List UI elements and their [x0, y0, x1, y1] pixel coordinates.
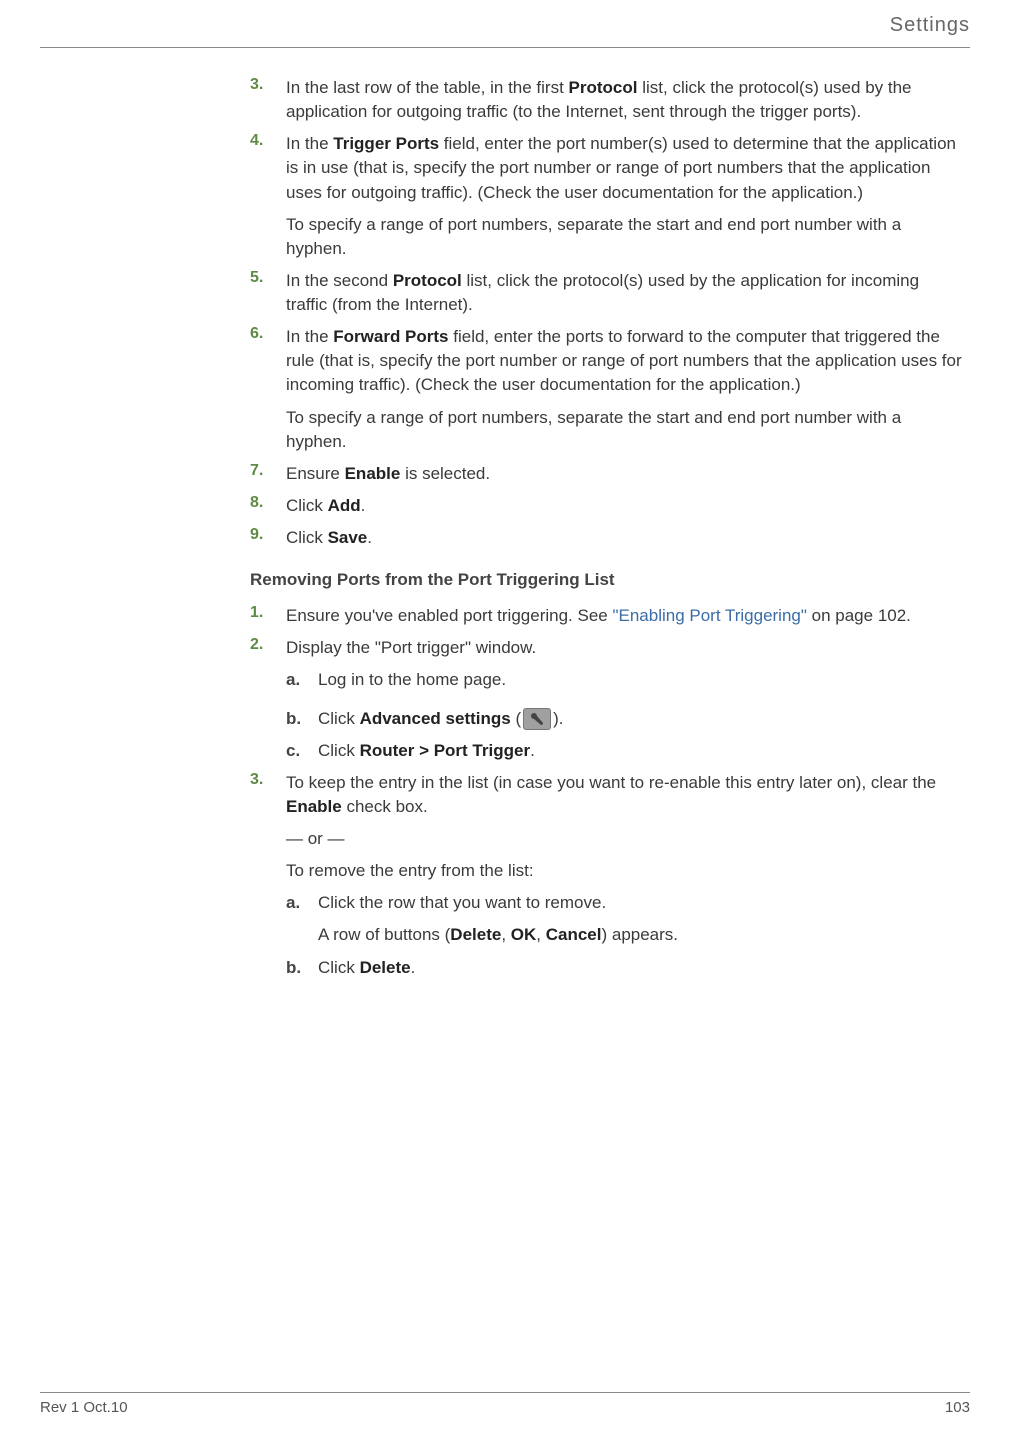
text: Click — [286, 496, 328, 515]
text: In the — [286, 327, 333, 346]
bold: Cancel — [546, 925, 602, 944]
step-body: Ensure Enable is selected. — [286, 462, 964, 486]
text: In the — [286, 134, 333, 153]
text: Click — [318, 741, 360, 760]
wrench-icon — [523, 708, 551, 730]
text: In the last row of the table, in the fir… — [286, 78, 569, 97]
bold: Enable — [345, 464, 401, 483]
substep-marker: c. — [286, 739, 318, 763]
step-body: Ensure you've enabled port triggering. S… — [286, 604, 964, 628]
text: . — [411, 958, 416, 977]
substep-item: b. Click Delete. — [286, 956, 964, 980]
substep-item: b. Click Advanced settings (). — [286, 707, 964, 731]
link-enabling-port-triggering[interactable]: "Enabling Port Triggering" — [612, 606, 806, 625]
bold: Forward Ports — [333, 327, 448, 346]
step-marker: 9. — [250, 526, 286, 550]
step-marker: 6. — [250, 325, 286, 397]
step-body: In the Trigger Ports field, enter the po… — [286, 132, 964, 204]
text: Click — [286, 528, 328, 547]
text: on page 102. — [807, 606, 911, 625]
text: ) appears. — [601, 925, 678, 944]
step-item: 5.In the second Protocol list, click the… — [250, 269, 964, 317]
step-item: 3. To keep the entry in the list (in cas… — [250, 771, 964, 819]
text: A row of buttons ( — [318, 925, 450, 944]
bold: Delete — [360, 958, 411, 977]
step-marker: 8. — [250, 494, 286, 518]
note: A row of buttons (Delete, OK, Cancel) ap… — [318, 923, 964, 947]
step-item: 1. Ensure you've enabled port triggering… — [250, 604, 964, 628]
bold: Add — [328, 496, 361, 515]
substep-item: c. Click Router > Port Trigger. — [286, 739, 964, 763]
step-body: Display the "Port trigger" window. — [286, 636, 964, 660]
continuation: To remove the entry from the list: — [286, 859, 964, 883]
text: Ensure — [286, 464, 345, 483]
bold: Enable — [286, 797, 342, 816]
step-marker: 3. — [250, 76, 286, 124]
continuation: To specify a range of port numbers, sepa… — [286, 213, 964, 261]
step-marker: 7. — [250, 462, 286, 486]
text: . — [367, 528, 372, 547]
text: , — [501, 925, 510, 944]
page-footer: Rev 1 Oct.10 103 — [40, 1392, 970, 1416]
step-item: 6.In the Forward Ports field, enter the … — [250, 325, 964, 397]
bold: Delete — [450, 925, 501, 944]
step-body: In the last row of the table, in the fir… — [286, 76, 964, 124]
bold: OK — [511, 925, 537, 944]
step-marker: 5. — [250, 269, 286, 317]
step-item: 8.Click Add. — [250, 494, 964, 518]
substep-marker: a. — [286, 891, 318, 915]
bold: Protocol — [393, 271, 462, 290]
substep-marker: b. — [286, 707, 318, 731]
step-body: Click Add. — [286, 494, 964, 518]
bold: Protocol — [569, 78, 638, 97]
text: In the second — [286, 271, 393, 290]
substep-body: Click Delete. — [318, 956, 964, 980]
text: check box. — [342, 797, 428, 816]
text: To keep the entry in the list (in case y… — [286, 773, 936, 792]
substep-marker: b. — [286, 956, 318, 980]
step-body: In the Forward Ports field, enter the po… — [286, 325, 964, 397]
page-content: 3.In the last row of the table, in the f… — [250, 76, 964, 980]
substep-marker: a. — [286, 668, 318, 692]
text: . — [361, 496, 366, 515]
bold: Router > Port Trigger — [360, 741, 531, 760]
step-item: 2. Display the "Port trigger" window. — [250, 636, 964, 660]
section-header: Settings — [40, 0, 970, 47]
text: Ensure you've enabled port triggering. S… — [286, 606, 612, 625]
substep-item: a. Click the row that you want to remove… — [286, 891, 964, 915]
step-marker: 3. — [250, 771, 286, 819]
step-body: In the second Protocol list, click the p… — [286, 269, 964, 317]
divider — [40, 47, 970, 48]
step-item: 4.In the Trigger Ports field, enter the … — [250, 132, 964, 204]
divider — [40, 1392, 970, 1393]
bold: Advanced settings — [360, 709, 511, 728]
substep-body: Click the row that you want to remove. — [318, 891, 964, 915]
step-item: 7.Ensure Enable is selected. — [250, 462, 964, 486]
step-body: Click Save. — [286, 526, 964, 550]
step-body: To keep the entry in the list (in case y… — [286, 771, 964, 819]
subheading: Removing Ports from the Port Triggering … — [250, 570, 964, 590]
substep-body: Log in to the home page. — [318, 668, 964, 692]
substep-body: Click Router > Port Trigger. — [318, 739, 964, 763]
step-marker: 1. — [250, 604, 286, 628]
bold: Trigger Ports — [333, 134, 439, 153]
continuation: To specify a range of port numbers, sepa… — [286, 406, 964, 454]
bold: Save — [328, 528, 368, 547]
text: Click — [318, 709, 360, 728]
text: is selected. — [400, 464, 490, 483]
step-item: 9.Click Save. — [250, 526, 964, 550]
text: , — [536, 925, 545, 944]
text: . — [530, 741, 535, 760]
substep-item: a. Log in to the home page. — [286, 668, 964, 692]
substep-body: Click Advanced settings (). — [318, 707, 964, 731]
text: ( — [511, 709, 521, 728]
text: Click — [318, 958, 360, 977]
text: ). — [553, 709, 563, 728]
footer-left: Rev 1 Oct.10 — [40, 1399, 128, 1416]
page-number: 103 — [945, 1399, 970, 1416]
step-marker: 4. — [250, 132, 286, 204]
step-marker: 2. — [250, 636, 286, 660]
continuation: — or — — [286, 827, 964, 851]
step-item: 3.In the last row of the table, in the f… — [250, 76, 964, 124]
